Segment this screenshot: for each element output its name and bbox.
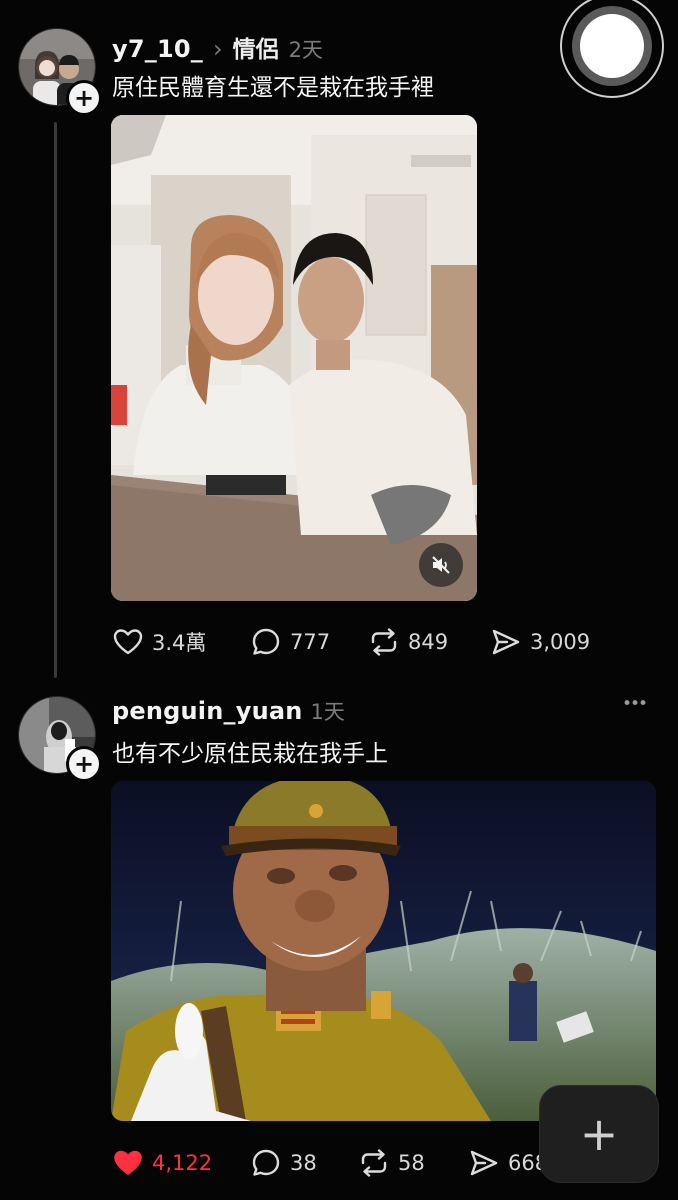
comment-bubble-icon xyxy=(252,628,280,655)
post1-like-count: 3.4萬 xyxy=(152,631,207,655)
post1-username[interactable]: y7_10_ xyxy=(112,35,203,63)
post1-text: 原住民體育生還不是栽在我手裡 xyxy=(112,75,434,101)
thread-connector-line xyxy=(54,122,57,678)
post1-timestamp: 2天 xyxy=(288,38,323,62)
post2-timestamp: 1天 xyxy=(310,700,345,724)
plus-icon: + xyxy=(579,1107,619,1161)
post1-repost-button[interactable]: 849 xyxy=(368,626,490,658)
post1-header: y7_10_ › 情侶 2天 xyxy=(112,30,323,64)
record-button[interactable] xyxy=(560,0,664,98)
post1-comment-count: 777 xyxy=(290,630,331,654)
post1-video[interactable] xyxy=(111,115,477,601)
post2-action-bar: 4,122 38 58 668 xyxy=(112,1145,588,1181)
post1-topic-tag[interactable]: 情侶 xyxy=(233,30,279,64)
post2-more-options-button[interactable]: ••• xyxy=(622,694,648,714)
comment-bubble-icon xyxy=(252,1149,280,1176)
chevron-right-icon: › xyxy=(212,35,223,63)
record-button-ring xyxy=(572,6,652,86)
post1-share-count: 3,009 xyxy=(530,630,591,654)
record-button-core xyxy=(580,14,644,78)
post2-repost-count: 58 xyxy=(398,1151,425,1175)
post2-text: 也有不少原住民栽在我手上 xyxy=(112,741,388,767)
plus-icon: + xyxy=(73,750,95,778)
plus-icon: + xyxy=(73,84,95,112)
send-plane-icon xyxy=(492,629,520,655)
post2-image[interactable] xyxy=(111,781,656,1121)
post1-share-button[interactable]: 3,009 xyxy=(490,626,610,658)
post2-like-button[interactable]: 4,122 xyxy=(112,1147,250,1179)
post2-repost-button[interactable]: 58 xyxy=(358,1147,468,1179)
mute-toggle-button[interactable] xyxy=(419,543,463,587)
heart-filled-icon xyxy=(114,1150,142,1175)
couple-photo-image xyxy=(111,115,477,601)
heart-icon xyxy=(113,629,143,655)
repost-arrows-icon xyxy=(361,1149,387,1177)
post2-follow-button[interactable]: + xyxy=(66,746,102,782)
post2-header: penguin_yuan 1天 xyxy=(112,696,345,726)
post1-comment-button[interactable]: 777 xyxy=(250,626,368,658)
post1-action-bar: 3.4萬 777 849 3,009 xyxy=(112,624,610,660)
post1-like-button[interactable]: 3.4萬 xyxy=(112,626,250,658)
post2-like-count: 4,122 xyxy=(152,1151,213,1175)
post2-comment-count: 38 xyxy=(290,1151,317,1175)
speaker-muted-icon xyxy=(432,556,450,574)
repost-arrows-icon xyxy=(371,628,397,656)
post1-follow-button[interactable]: + xyxy=(66,80,102,116)
soldier-photo-image xyxy=(111,781,656,1121)
post2-comment-button[interactable]: 38 xyxy=(250,1147,358,1179)
post2-username[interactable]: penguin_yuan xyxy=(112,697,303,725)
send-plane-icon xyxy=(470,1150,498,1176)
new-post-fab-button[interactable]: + xyxy=(539,1085,659,1183)
post1-repost-count: 849 xyxy=(408,630,449,654)
